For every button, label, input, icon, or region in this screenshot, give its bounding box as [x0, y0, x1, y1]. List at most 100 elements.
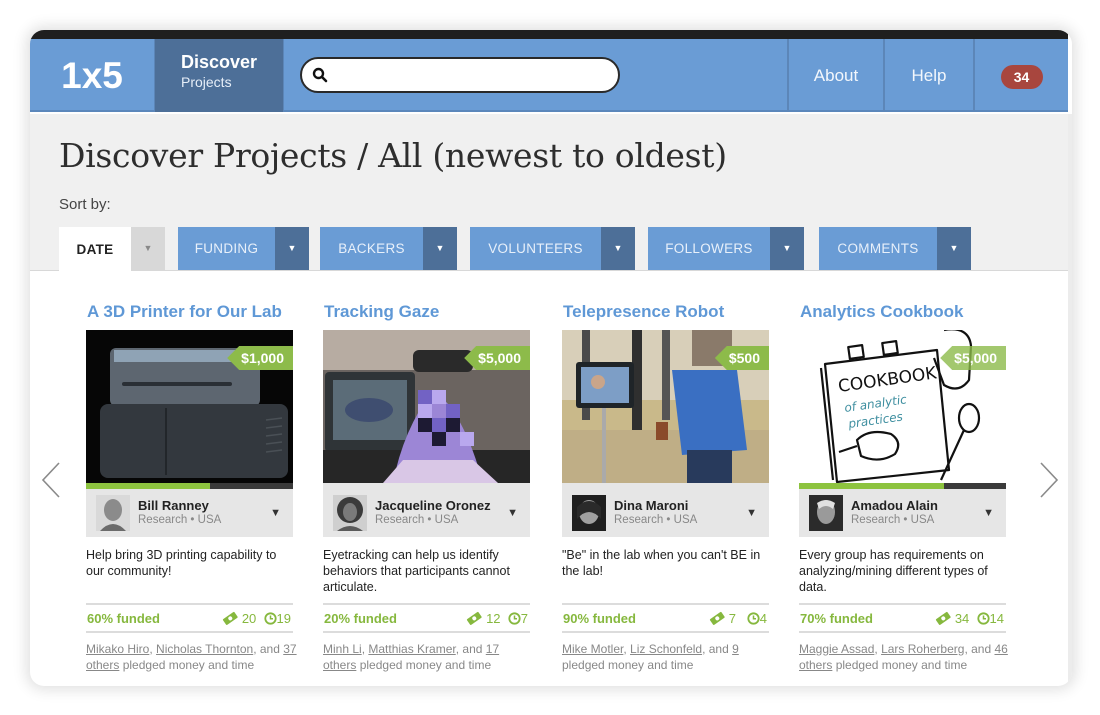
project-description: Eyetracking can help us identify behavio… — [323, 548, 510, 594]
separator: , and — [455, 642, 486, 656]
nav-discover-subtitle: Projects — [181, 74, 232, 90]
pledger-link[interactable]: Minh Li — [323, 642, 362, 656]
hours-count: 4 — [759, 611, 767, 626]
funded-percent: 90% funded — [563, 611, 636, 626]
dropdown-arrow-icon[interactable]: ▼ — [275, 227, 309, 270]
hours-count: 19 — [276, 611, 291, 626]
dropdown-arrow-icon[interactable]: ▼ — [937, 227, 971, 270]
stat-counts: 7 4 — [709, 611, 767, 626]
sort-tab-label[interactable]: DATE — [59, 227, 131, 271]
separator: , and — [964, 642, 995, 656]
owner-meta: Research • USA — [138, 514, 222, 526]
sort-tab-label[interactable]: VOLUNTEERS — [470, 227, 601, 270]
sort-tab-label[interactable]: FUNDING — [178, 227, 275, 270]
pledger-link[interactable]: Mike Motler — [562, 642, 623, 656]
avatar[interactable] — [572, 495, 606, 531]
nav-help[interactable]: Help — [883, 39, 973, 112]
pledger-link[interactable]: Liz Schonfeld — [630, 642, 702, 656]
clock-icon — [508, 612, 521, 625]
project-title[interactable]: A 3D Printer for Our Lab — [87, 302, 282, 322]
funded-percent: 70% funded — [800, 611, 873, 626]
separator: , and — [702, 642, 733, 656]
goal-tag: $5,000 — [464, 346, 530, 370]
backers-count: 12 — [486, 611, 501, 626]
owner-name[interactable]: Jacqueline Oronez — [375, 498, 491, 513]
project-owner: Amadou Alain Research • USA ▼ — [799, 489, 1006, 537]
pledger-link[interactable]: Mikako Hiro — [86, 642, 149, 656]
notification-badge[interactable]: 34 — [1000, 64, 1043, 89]
project-stats: 20% funded 12 7 — [323, 603, 530, 633]
hours-count: 14 — [989, 611, 1004, 626]
owner-name[interactable]: Amadou Alain — [851, 498, 938, 513]
search-input[interactable] — [336, 63, 606, 87]
project-stats: 70% funded 34 14 — [799, 603, 1006, 633]
project-title[interactable]: Analytics Cookbook — [800, 302, 963, 322]
backers-count: 7 — [728, 611, 736, 626]
owner-menu-icon[interactable]: ▼ — [270, 507, 281, 519]
project-title[interactable]: Tracking Gaze — [324, 302, 439, 322]
owner-name[interactable]: Bill Ranney — [138, 498, 209, 513]
nav-about[interactable]: About — [787, 39, 883, 112]
goal-tag: $1,000 — [227, 346, 293, 370]
project-description: Every group has requirements on analyzin… — [799, 548, 988, 594]
project-title[interactable]: Telepresence Robot — [563, 302, 724, 322]
chevron-right-icon[interactable] — [1038, 460, 1060, 500]
owner-name[interactable]: Dina Maroni — [614, 498, 688, 513]
hours-count: 7 — [520, 611, 528, 626]
pledge-suffix: pledged money and time — [835, 658, 968, 672]
pledger-link[interactable]: Matthias Kramer — [368, 642, 455, 656]
avatar[interactable] — [96, 495, 130, 531]
sort-tab-label[interactable]: BACKERS — [320, 227, 423, 270]
backers-count: 34 — [954, 611, 970, 626]
search-box[interactable] — [300, 57, 620, 93]
search-icon — [312, 67, 328, 83]
money-icon — [710, 611, 725, 625]
avatar[interactable] — [333, 495, 367, 531]
avatar[interactable] — [809, 495, 843, 531]
funded-percent: 20% funded — [324, 611, 397, 626]
owner-menu-icon[interactable]: ▼ — [746, 507, 757, 519]
pledgers-text: Minh Li, Matthias Kramer, and 17 others … — [323, 641, 535, 673]
owner-menu-icon[interactable]: ▼ — [983, 507, 994, 519]
project-owner: Dina Maroni Research • USA ▼ — [562, 489, 769, 537]
nav-discover-title: Discover — [181, 52, 258, 72]
pledger-link[interactable]: Maggie Assad — [799, 642, 874, 656]
pledger-link[interactable]: Lars Roherberg — [881, 642, 964, 656]
scrollbar[interactable] — [1068, 114, 1072, 686]
project-stats: 60% funded 20 19 — [86, 603, 293, 633]
top-strip — [30, 30, 1068, 39]
nav-notifications[interactable]: 34 — [973, 39, 1068, 112]
project-image-tracking-gaze[interactable]: $5,000 — [323, 330, 530, 483]
others-link[interactable]: 9 — [732, 642, 739, 656]
sort-tab-label[interactable]: FOLLOWERS — [648, 227, 770, 270]
project-owner: Bill Ranney Research • USA ▼ — [86, 489, 293, 537]
sort-tab-label[interactable]: COMMENTS — [819, 227, 937, 270]
nav-discover-projects[interactable]: Discover Projects — [155, 39, 284, 112]
dropdown-arrow-icon[interactable]: ▼ — [601, 227, 635, 270]
dropdown-arrow-icon[interactable]: ▼ — [131, 227, 165, 271]
logo[interactable]: 1x5 — [30, 39, 155, 112]
clock-icon — [263, 612, 277, 625]
project-image-3d-printer[interactable]: $1,000 — [86, 330, 293, 483]
stat-counts: 20 19 — [222, 611, 291, 626]
pledger-link[interactable]: Nicholas Thornton — [156, 642, 253, 656]
stat-counts: 12 7 — [466, 611, 528, 626]
page-title: Discover Projects / All (newest to oldes… — [59, 136, 727, 175]
separator: , and — [253, 642, 284, 656]
money-icon — [936, 611, 951, 625]
money-icon — [223, 611, 238, 625]
dropdown-arrow-icon[interactable]: ▼ — [423, 227, 457, 270]
project-image-analytics-cookbook[interactable]: COOKBOOK of analytic practices $5,000 — [799, 330, 1006, 483]
chevron-left-icon[interactable] — [40, 460, 62, 500]
page-header: Discover Projects / All (newest to oldes… — [30, 114, 1068, 271]
owner-menu-icon[interactable]: ▼ — [507, 507, 518, 519]
navbar: 1x5 Discover Projects About Help 34 — [30, 39, 1068, 112]
project-image-telepresence-robot[interactable]: $500 — [562, 330, 769, 483]
pledge-suffix: pledged money and time — [562, 658, 694, 672]
clock-icon — [747, 612, 760, 625]
sort-label: Sort by: — [59, 196, 111, 213]
dropdown-arrow-icon[interactable]: ▼ — [770, 227, 804, 270]
project-description: Help bring 3D printing capability to our… — [86, 548, 277, 578]
backers-count: 20 — [241, 611, 257, 626]
pledge-suffix: pledged money and time — [122, 658, 255, 672]
